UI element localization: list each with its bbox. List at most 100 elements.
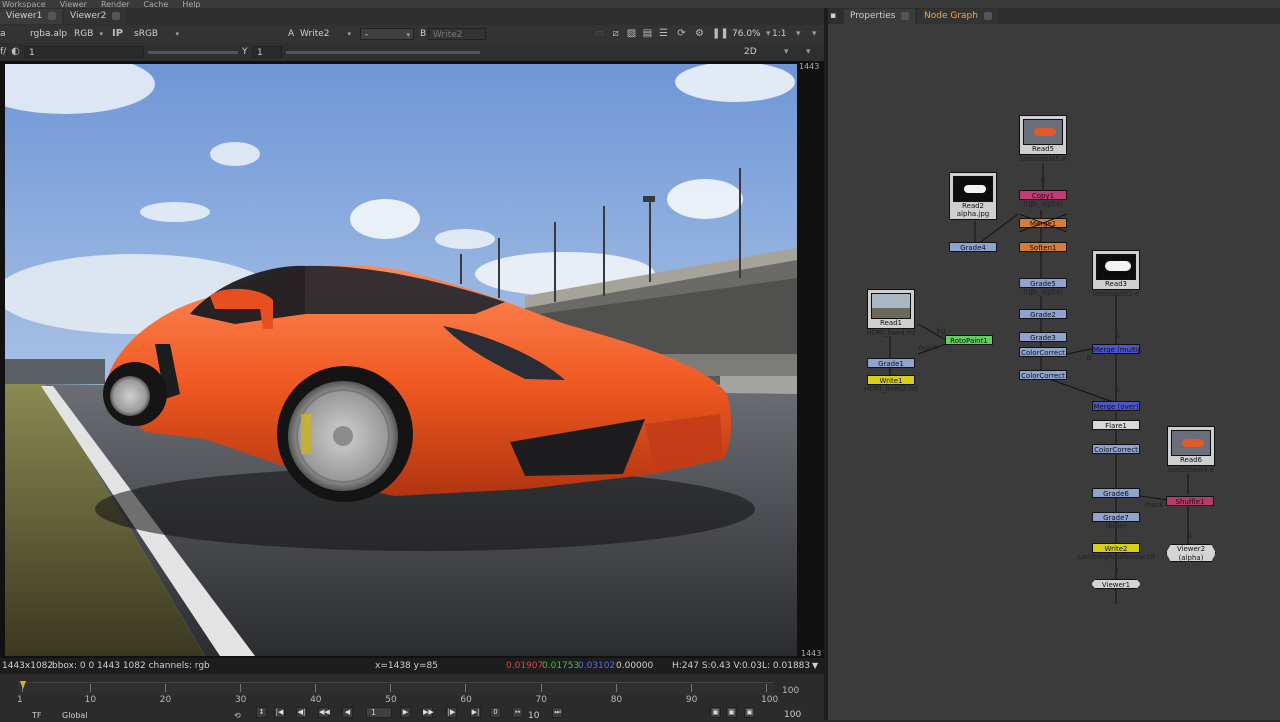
wipe-op-select[interactable]: - ▾	[360, 28, 414, 40]
shuffle1-node[interactable]: Shuffle1	[1166, 496, 1214, 506]
timeline-tick-label: 70	[535, 695, 547, 705]
step-back-icon[interactable]: ◀◀	[318, 707, 330, 718]
colorcorrect3-node[interactable]: ColorCorrect	[1092, 444, 1140, 454]
frame-step-icon[interactable]: ↕	[256, 707, 267, 718]
rgb-select[interactable]: RGB ▾	[70, 28, 106, 40]
stop-icon[interactable]: 0	[490, 707, 501, 718]
a-input-select[interactable]: Write2 ▾	[296, 28, 354, 40]
grade3-node[interactable]: Grade3	[1019, 332, 1067, 342]
grade5-node[interactable]: Grade5	[1019, 278, 1067, 288]
render-icon[interactable]: ▣	[726, 707, 737, 718]
grade5-sub: (rgb_alpha)	[1022, 288, 1063, 296]
next-key-icon[interactable]: |▶	[446, 707, 457, 718]
tf-select[interactable]: TF	[32, 710, 42, 722]
grade2-node[interactable]: Grade2	[1019, 309, 1067, 319]
grade1-node[interactable]: Grade1	[867, 358, 915, 368]
rotopaint1-node[interactable]: RotoPaint1	[945, 335, 993, 345]
merge2-name: Merge (multiply)	[1093, 346, 1139, 354]
write2-node[interactable]: Write2	[1092, 543, 1140, 553]
close-icon[interactable]	[901, 11, 910, 20]
menu-arrow-icon[interactable]: ▼	[812, 660, 818, 672]
colorcorrect2-node[interactable]: ColorCorrect	[1019, 370, 1067, 380]
timeline: 1 10 20 30 40 50 60 70 80 90 100 100 TF Global ⟲ ↕…	[0, 674, 824, 722]
mask-icon[interactable]: ☰	[658, 28, 669, 39]
chevron-down-icon: ▾	[806, 47, 811, 57]
increment-icon[interactable]: ↔	[512, 707, 523, 718]
soften1-node[interactable]: Soften1	[1019, 242, 1067, 252]
read1-node[interactable]: Read1	[867, 289, 915, 329]
prev-key-icon[interactable]: ◀|	[296, 707, 307, 718]
read5-node[interactable]: Read5	[1019, 115, 1067, 155]
clip-warning-icon[interactable]: ⧄	[610, 28, 621, 39]
grade2-name: Grade2	[1030, 311, 1056, 319]
skip-icon[interactable]: ⏭	[552, 707, 563, 718]
write1-node[interactable]: Write1	[867, 375, 915, 385]
viewer2-node[interactable]: Viewer2 (alpha)	[1166, 544, 1216, 562]
end-field[interactable]: 100	[784, 709, 801, 721]
viewer1-node[interactable]: Viewer1	[1091, 579, 1141, 589]
float-icon[interactable]: ▪	[828, 9, 843, 24]
tab-node-graph[interactable]: Node Graph	[918, 9, 998, 24]
pause-icon[interactable]: ❚❚	[712, 28, 729, 39]
gain-icon[interactable]: ◐	[10, 46, 21, 57]
cache-icon[interactable]: ▣	[744, 707, 755, 718]
right-panel-tab-strip: ▪ Properties Node Graph	[828, 8, 1280, 24]
timeline-track[interactable]	[18, 682, 774, 695]
read2-node[interactable]: Read2 alpha.jpg	[949, 172, 997, 220]
frame-field[interactable]: 1	[366, 707, 392, 718]
format-readout: 1443x1082	[2, 661, 54, 671]
play-back-icon[interactable]: ◀	[342, 707, 353, 718]
grade7-node[interactable]: Grade7	[1092, 512, 1140, 522]
close-icon[interactable]	[48, 11, 57, 20]
scope-select[interactable]: Global	[62, 710, 88, 722]
blue-value: 0.03102	[578, 661, 616, 671]
b-input-value: Write2	[433, 30, 463, 40]
copy1-node[interactable]: Copy1	[1019, 190, 1067, 200]
grade6-node[interactable]: Grade6	[1092, 488, 1140, 498]
settings-icon[interactable]: ⚙	[694, 28, 705, 39]
zebra-icon[interactable]: ▨	[626, 28, 637, 39]
play-forward-icon[interactable]: ▶	[400, 707, 411, 718]
pixel-ratio[interactable]: 1:1	[772, 28, 786, 40]
gain-slider[interactable]	[148, 51, 238, 54]
roi-icon[interactable]: ▭	[594, 28, 605, 39]
step-forward-icon[interactable]: ▶▶	[422, 707, 434, 718]
b-input-select[interactable]: Write2	[428, 28, 486, 40]
read3-node[interactable]: Read3	[1092, 250, 1140, 290]
tab-viewer2[interactable]: Viewer2	[64, 9, 127, 24]
first-frame-icon[interactable]: |◀	[274, 707, 285, 718]
grade6-name: Grade6	[1103, 490, 1129, 498]
merge2-node[interactable]: Merge (multiply)	[1092, 344, 1140, 354]
close-icon[interactable]	[983, 11, 992, 20]
last-frame-icon[interactable]: ▶|	[470, 707, 481, 718]
refresh-icon[interactable]: ⟳	[676, 28, 687, 39]
gamma-field[interactable]: 1	[252, 46, 282, 58]
chevron-down-icon: ▾	[796, 29, 801, 39]
merge3-node[interactable]: Merge (over)	[1092, 401, 1140, 411]
node-graph[interactable]: Read5 lambotest5.e B Copy1 (rgb_alpha) M…	[828, 24, 1280, 720]
grade4-node[interactable]: Grade4	[949, 242, 997, 252]
red-value: 0.01907	[506, 661, 544, 671]
gain-field[interactable]: 1	[24, 46, 144, 58]
rotopaint1-name: RotoPaint1	[950, 337, 988, 345]
loop-icon[interactable]: ⟲	[234, 710, 241, 722]
lut-select[interactable]: sRGB ▾	[130, 28, 182, 40]
tab-viewer1[interactable]: Viewer1	[0, 9, 63, 24]
view-mode[interactable]: 2D	[744, 46, 757, 58]
timeline-tick-label: 90	[685, 695, 698, 705]
colorcorrect1-node[interactable]: ColorCorrect	[1019, 347, 1067, 357]
channels-select[interactable]: rgba.alp	[26, 28, 67, 40]
overlay-icon[interactable]: ▤	[642, 28, 653, 39]
zoom-level[interactable]: 76.0%	[732, 28, 761, 40]
flipbook-icon[interactable]: ▣	[710, 707, 721, 718]
rendered-car-image	[5, 64, 797, 656]
grade3-name: Grade3	[1030, 334, 1056, 342]
tab-properties[interactable]: Properties	[844, 9, 916, 24]
gamma-slider[interactable]	[286, 51, 480, 54]
flare1-node[interactable]: Flare1	[1092, 420, 1140, 430]
close-icon[interactable]	[112, 11, 121, 20]
proxy-icon[interactable]: IP	[112, 28, 123, 39]
read6-node[interactable]: Read6	[1167, 426, 1215, 466]
chevron-down-icon: ▾	[175, 30, 179, 38]
step-field[interactable]: 10	[528, 710, 539, 722]
